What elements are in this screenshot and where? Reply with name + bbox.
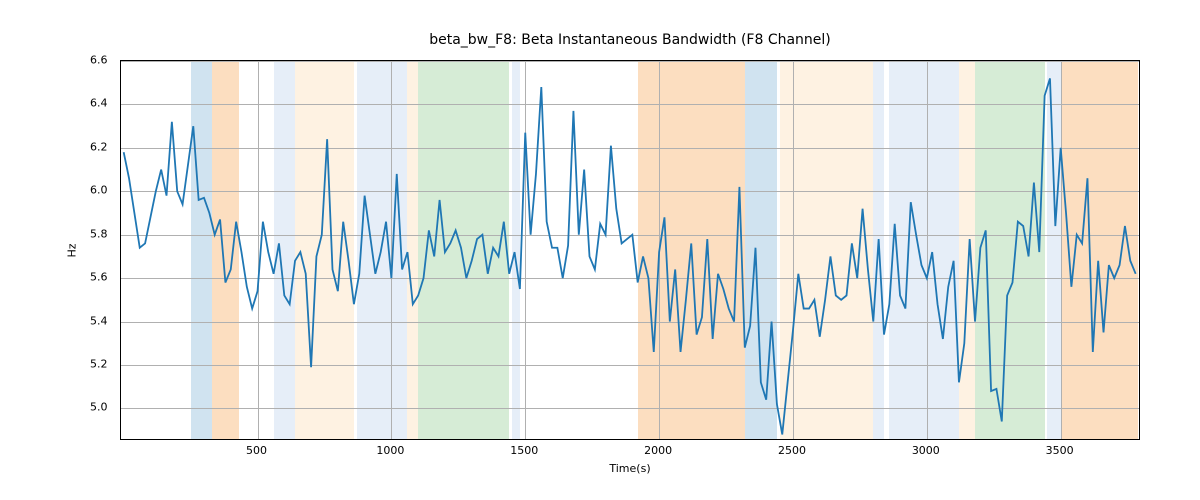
line-series [121,61,1140,440]
plot-area [120,60,1140,440]
y-tick-label: 5.2 [90,358,108,371]
x-tick-label: 3000 [912,444,940,457]
chart-title: beta_bw_F8: Beta Instantaneous Bandwidth… [120,32,1140,48]
x-tick-label: 1500 [510,444,538,457]
y-tick-label: 6.0 [90,184,108,197]
y-tick-label: 5.8 [90,227,108,240]
x-tick-label: 2000 [644,444,672,457]
y-tick-label: 6.6 [90,54,108,67]
y-tick-label: 5.0 [90,401,108,414]
y-axis-label: Hz [62,60,82,440]
x-tick-label: 500 [246,444,267,457]
x-axis-label: Time(s) [120,462,1140,475]
x-tick-label: 2500 [778,444,806,457]
y-tick-label: 6.2 [90,140,108,153]
y-tick-label: 6.4 [90,97,108,110]
y-tick-label: 5.6 [90,271,108,284]
y-tick-label: 5.4 [90,314,108,327]
data-line [124,78,1136,434]
figure: beta_bw_F8: Beta Instantaneous Bandwidth… [0,0,1200,500]
x-tick-label: 1000 [376,444,404,457]
x-tick-label: 3500 [1046,444,1074,457]
